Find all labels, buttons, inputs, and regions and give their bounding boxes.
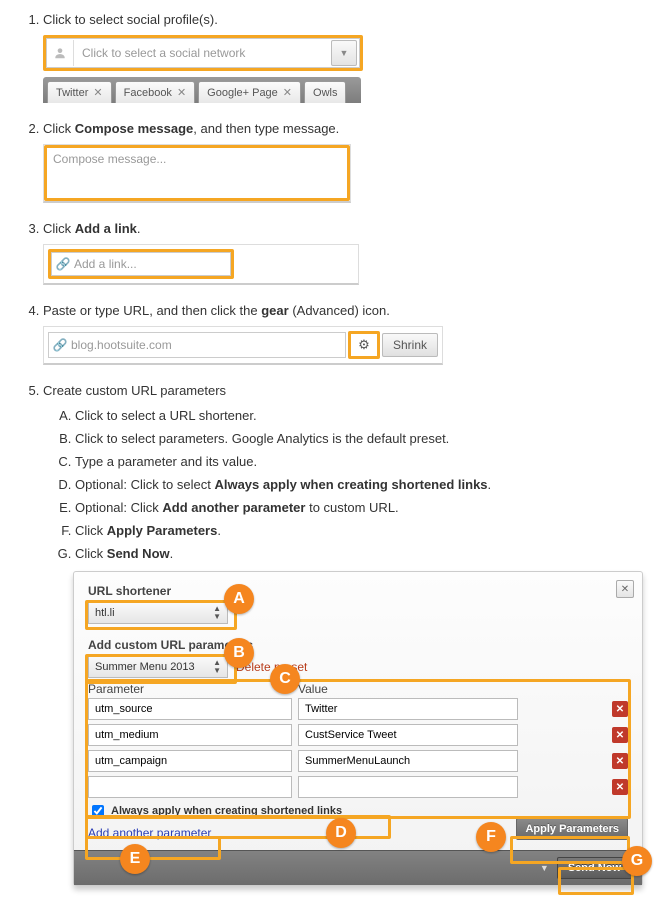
sub-a: Click to select a URL shortener. bbox=[75, 408, 656, 423]
param-row: ✕ bbox=[88, 724, 628, 746]
param-value-input[interactable] bbox=[298, 776, 518, 798]
tab-googleplus[interactable]: Google+ Page✕ bbox=[198, 81, 301, 103]
step5-text: Create custom URL parameters bbox=[43, 383, 226, 398]
url-shortener-select[interactable]: htl.li ▲▼ bbox=[88, 602, 228, 624]
step2-b: , and then type message. bbox=[193, 121, 339, 136]
tab-twitter[interactable]: Twitter✕ bbox=[47, 81, 112, 103]
gear-icon[interactable]: ⚙ bbox=[353, 334, 375, 356]
param-row: ✕ bbox=[88, 750, 628, 772]
custom-params-label: Add custom URL parameters bbox=[88, 638, 628, 652]
param-name-input[interactable] bbox=[88, 776, 292, 798]
chevron-down-icon[interactable]: ▼ bbox=[540, 863, 549, 873]
caret-icon: ▲▼ bbox=[213, 659, 221, 675]
close-icon[interactable]: ✕ bbox=[177, 86, 186, 99]
callout-b: B bbox=[224, 638, 254, 668]
add-link-input[interactable]: 🔗 Add a link... bbox=[51, 252, 231, 276]
param-value-input[interactable] bbox=[298, 724, 518, 746]
caret-icon: ▲▼ bbox=[213, 605, 221, 621]
param-row: ✕ bbox=[88, 698, 628, 720]
delete-row-icon[interactable]: ✕ bbox=[612, 727, 628, 743]
social-tabs: Twitter✕ Facebook✕ Google+ Page✕ Owls bbox=[43, 77, 361, 103]
param-name-input[interactable] bbox=[88, 724, 292, 746]
tab-facebook[interactable]: Facebook✕ bbox=[115, 81, 196, 103]
close-button[interactable]: ✕ bbox=[616, 580, 634, 598]
url-input[interactable]: 🔗 blog.hootsuite.com bbox=[48, 332, 346, 358]
add-another-link[interactable]: Add another parameter bbox=[88, 826, 211, 840]
social-placeholder: Click to select a social network bbox=[74, 46, 331, 60]
person-icon bbox=[47, 40, 74, 66]
url-parameters-panel: ✕ URL shortener htl.li ▲▼ Add custom URL… bbox=[73, 571, 643, 886]
delete-row-icon[interactable]: ✕ bbox=[612, 701, 628, 717]
callout-d: D bbox=[326, 818, 356, 848]
step2-bold: Compose message bbox=[75, 121, 194, 136]
callout-e: E bbox=[120, 844, 150, 874]
param-name-input[interactable] bbox=[88, 698, 292, 720]
url-shortener-label: URL shortener bbox=[88, 584, 628, 598]
step4-bold: gear bbox=[261, 303, 288, 318]
delete-row-icon[interactable]: ✕ bbox=[612, 753, 628, 769]
step1-text: Click to select social profile(s). bbox=[43, 12, 218, 27]
close-icon[interactable]: ✕ bbox=[283, 86, 292, 99]
send-now-button[interactable]: Send Now bbox=[557, 857, 632, 879]
link-icon: 🔗 bbox=[52, 257, 74, 271]
callout-a: A bbox=[224, 584, 254, 614]
social-selector-highlight: Click to select a social network ▼ bbox=[43, 35, 363, 71]
chevron-down-icon[interactable]: ▼ bbox=[331, 40, 357, 66]
param-value-input[interactable] bbox=[298, 698, 518, 720]
step2-a: Click bbox=[43, 121, 75, 136]
param-rows: ✕ ✕ ✕ ✕ bbox=[88, 698, 628, 798]
param-row: ✕ bbox=[88, 776, 628, 798]
delete-row-icon[interactable]: ✕ bbox=[612, 779, 628, 795]
step4-b: (Advanced) icon. bbox=[289, 303, 390, 318]
social-selector[interactable]: Click to select a social network ▼ bbox=[46, 38, 360, 68]
tab-owls[interactable]: Owls bbox=[304, 81, 346, 103]
col-parameter: Parameter bbox=[88, 682, 298, 696]
panel-footer: ▼ Send Now bbox=[74, 850, 642, 885]
close-icon[interactable]: ✕ bbox=[93, 86, 102, 99]
sub-c: Type a parameter and its value. bbox=[75, 454, 656, 469]
param-name-input[interactable] bbox=[88, 750, 292, 772]
step3-b: . bbox=[137, 221, 141, 236]
shrink-button[interactable]: Shrink bbox=[382, 333, 438, 357]
link-icon: 🔗 bbox=[49, 338, 71, 352]
callout-c: C bbox=[270, 664, 300, 694]
step3-bold: Add a link bbox=[75, 221, 137, 236]
step3-a: Click bbox=[43, 221, 75, 236]
compose-textarea[interactable]: Compose message... bbox=[44, 145, 350, 201]
col-value: Value bbox=[298, 682, 628, 696]
step4-a: Paste or type URL, and then click the bbox=[43, 303, 261, 318]
param-value-input[interactable] bbox=[298, 750, 518, 772]
callout-g: G bbox=[622, 846, 652, 876]
apply-parameters-button[interactable]: Apply Parameters bbox=[516, 818, 628, 840]
always-apply-checkbox[interactable] bbox=[92, 805, 104, 817]
preset-select[interactable]: Summer Menu 2013 ▲▼ bbox=[88, 656, 228, 678]
sub-b: Click to select parameters. Google Analy… bbox=[75, 431, 656, 446]
callout-f: F bbox=[476, 822, 506, 852]
